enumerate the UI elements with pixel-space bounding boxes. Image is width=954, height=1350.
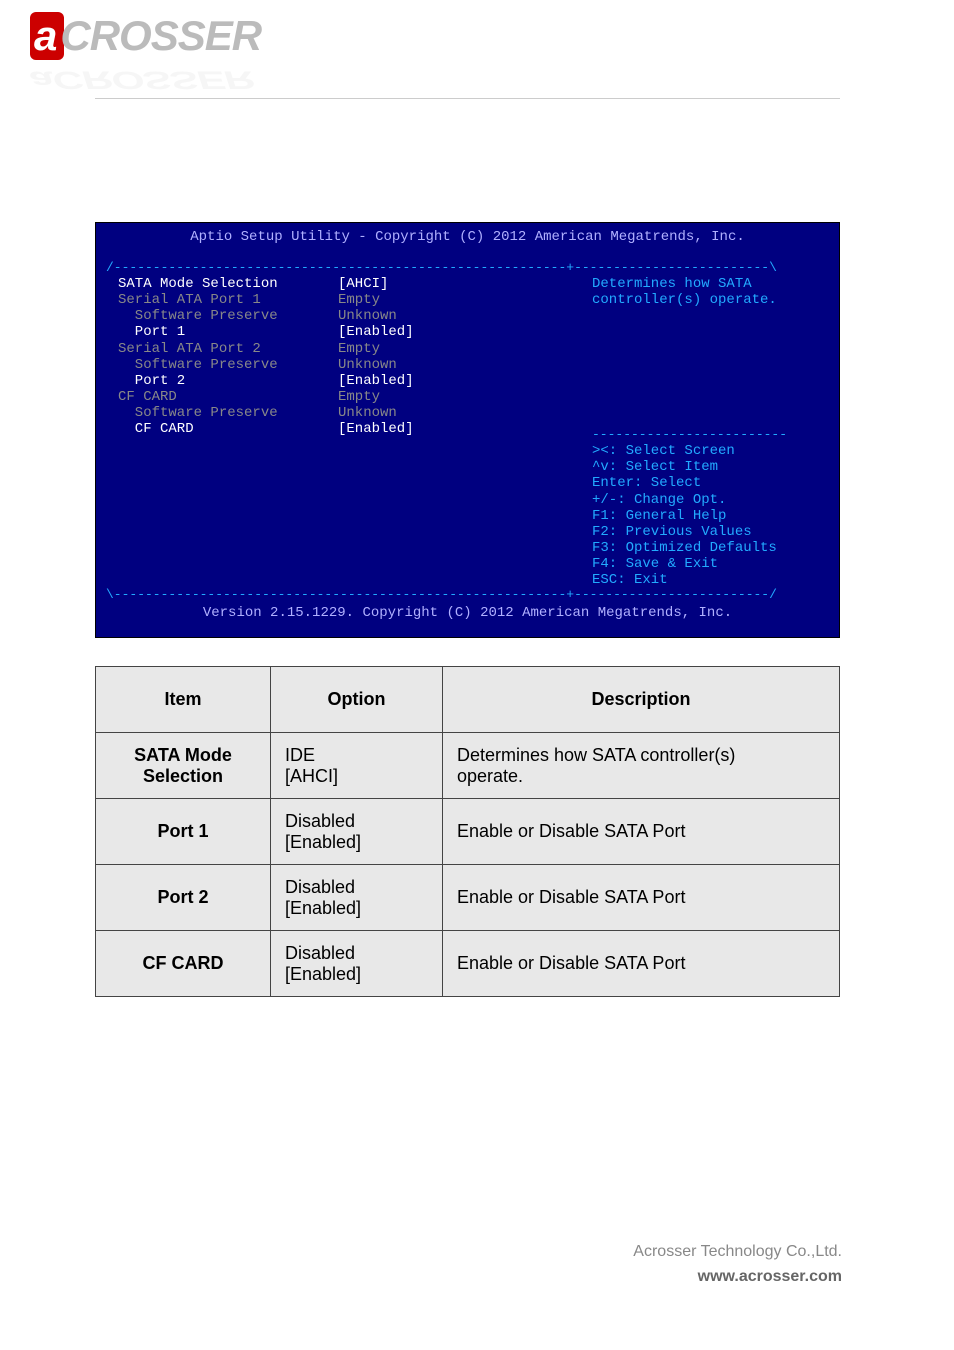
bios-help-line: Determines how SATA <box>592 276 829 292</box>
options-table: Item Option Description SATA ModeSelecti… <box>95 666 840 997</box>
bios-help-line: controller(s) operate. <box>592 292 829 308</box>
th-option: Option <box>271 667 443 733</box>
bios-title: Aptio Setup Utility - Copyright (C) 2012… <box>106 229 829 245</box>
bios-key-hint: F2: Previous Values <box>592 524 829 540</box>
footer-company: Acrosser Technology Co.,Ltd. <box>633 1239 842 1265</box>
cell-item: Port 1 <box>96 799 271 865</box>
bios-border-top: /---------------------------------------… <box>106 261 829 276</box>
table-row: CF CARDDisabled[Enabled]Enable or Disabl… <box>96 931 840 997</box>
bios-key-hint: ^v: Select Item <box>592 459 829 475</box>
page-top-rule <box>95 98 840 99</box>
bios-setting-row: Software PreserveUnknown <box>118 405 586 421</box>
cell-option: Disabled[Enabled] <box>271 931 443 997</box>
bios-setting-row[interactable]: Port 1[Enabled] <box>118 324 586 340</box>
cell-description: Determines how SATA controller(s)operate… <box>443 733 840 799</box>
bios-key-hint: ><: Select Screen <box>592 443 829 459</box>
bios-border-bottom: \---------------------------------------… <box>106 588 829 603</box>
cell-description: Enable or Disable SATA Port <box>443 931 840 997</box>
bios-help-divider: ------------------------- <box>592 428 829 443</box>
bios-key-hint: F1: General Help <box>592 508 829 524</box>
cell-item: Port 2 <box>96 865 271 931</box>
bios-setting-row: Serial ATA Port 1Empty <box>118 292 586 308</box>
footer-site: www.acrosser.com <box>633 1264 842 1290</box>
bios-key-hint: ESC: Exit <box>592 572 829 588</box>
cell-item: SATA ModeSelection <box>96 733 271 799</box>
page-footer: Acrosser Technology Co.,Ltd. www.acrosse… <box>633 1239 842 1290</box>
cell-option: Disabled[Enabled] <box>271 799 443 865</box>
brand-logo: aCROSSER <box>30 12 261 60</box>
logo-rest: CROSSER <box>60 12 261 59</box>
bios-header: Aptio Setup Utility - Copyright (C) 2012… <box>96 223 839 261</box>
th-item: Item <box>96 667 271 733</box>
table-row: SATA ModeSelectionIDE[AHCI]Determines ho… <box>96 733 840 799</box>
cell-item: CF CARD <box>96 931 271 997</box>
cell-option: IDE[AHCI] <box>271 733 443 799</box>
table-row: Port 2Disabled[Enabled]Enable or Disable… <box>96 865 840 931</box>
bios-screenshot: Aptio Setup Utility - Copyright (C) 2012… <box>95 222 840 638</box>
bios-key-hint: F4: Save & Exit <box>592 556 829 572</box>
bios-setting-row: CF CARDEmpty <box>118 389 586 405</box>
bios-setting-row: Software PreserveUnknown <box>118 308 586 324</box>
bios-footer: Version 2.15.1229. Copyright (C) 2012 Am… <box>96 603 839 627</box>
cell-option: Disabled[Enabled] <box>271 865 443 931</box>
th-description: Description <box>443 667 840 733</box>
cell-description: Enable or Disable SATA Port <box>443 799 840 865</box>
bios-setting-row[interactable]: CF CARD[Enabled] <box>118 421 586 437</box>
bios-setting-row[interactable]: Port 2[Enabled] <box>118 373 586 389</box>
table-row: Port 1Disabled[Enabled]Enable or Disable… <box>96 799 840 865</box>
bios-settings-pane: SATA Mode Selection[AHCI]Serial ATA Port… <box>106 276 586 588</box>
bios-key-hint: Enter: Select <box>592 475 829 491</box>
bios-key-hint: F3: Optimized Defaults <box>592 540 829 556</box>
bios-key-hint: +/-: Change Opt. <box>592 492 829 508</box>
table-header-row: Item Option Description <box>96 667 840 733</box>
brand-logo-reflection: aCROSSER <box>30 66 253 95</box>
bios-help-pane: Determines how SATAcontroller(s) operate… <box>586 276 829 588</box>
bios-setting-row: Software PreserveUnknown <box>118 357 586 373</box>
bios-setting-row: Serial ATA Port 2Empty <box>118 341 586 357</box>
cell-description: Enable or Disable SATA Port <box>443 865 840 931</box>
bios-setting-row[interactable]: SATA Mode Selection[AHCI] <box>118 276 586 292</box>
